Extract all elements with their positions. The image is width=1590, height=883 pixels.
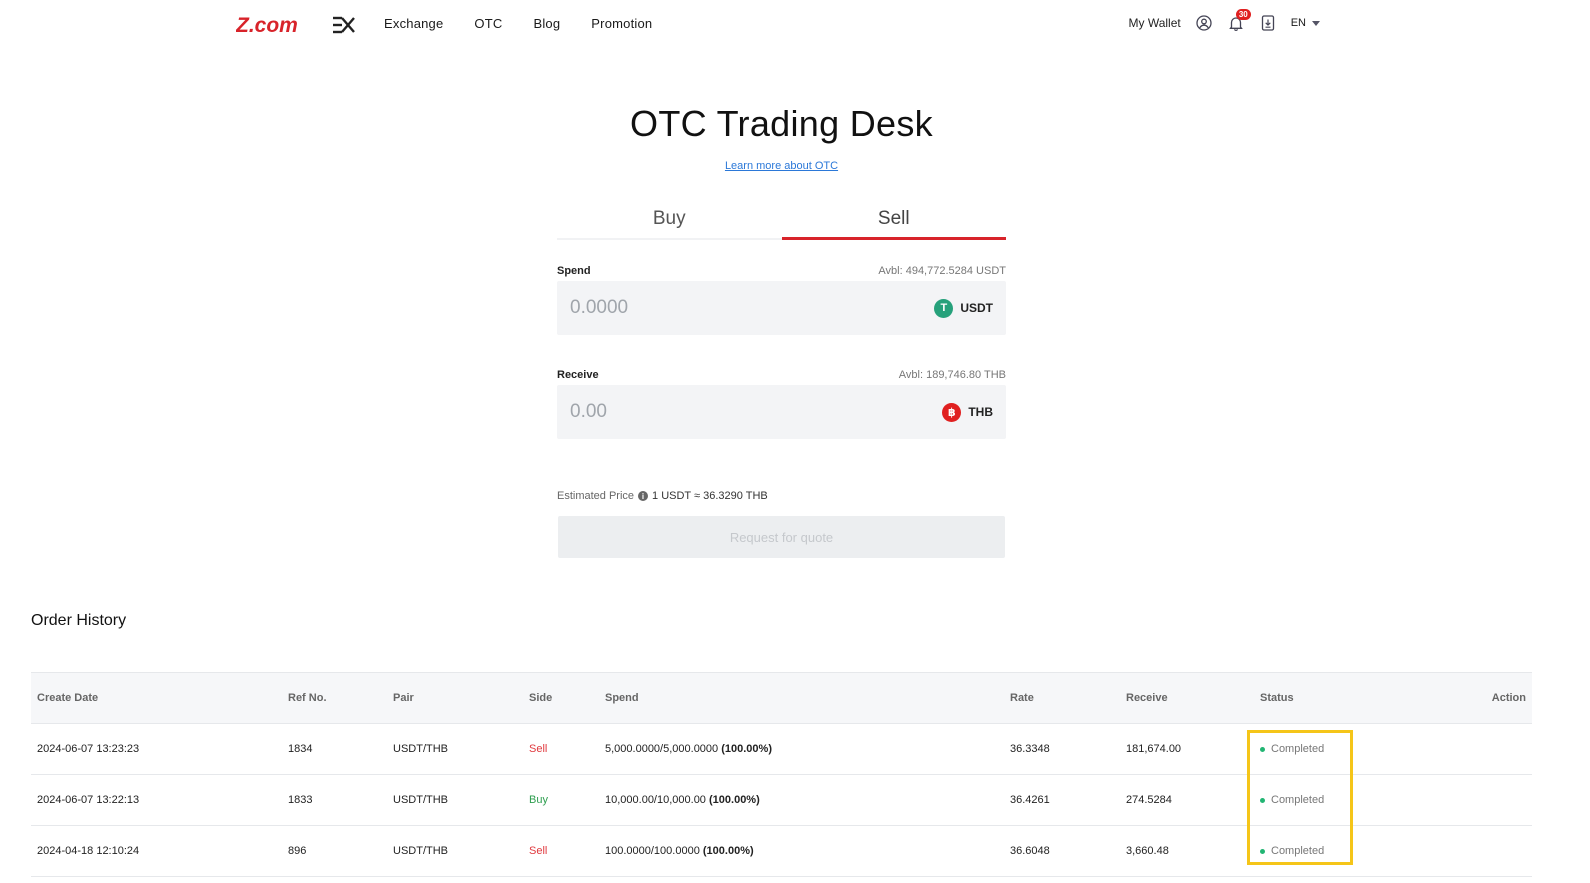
- usdt-icon: T: [934, 298, 954, 318]
- col-action: Action: [1491, 692, 1526, 704]
- col-side: Side: [529, 692, 553, 704]
- cell-date: 2024-06-07 13:22:13: [37, 794, 140, 806]
- tab-buy[interactable]: Buy: [557, 200, 782, 238]
- top-header: Z.com Exchange OTC Blog Promotion My Wal…: [0, 0, 1590, 50]
- nav-blog[interactable]: Blog: [533, 16, 560, 31]
- language-label: EN: [1290, 17, 1306, 29]
- main-nav: Exchange OTC Blog Promotion: [384, 16, 652, 31]
- download-icon[interactable]: [1259, 14, 1277, 32]
- receive-label-row: Receive Avbl: 189,746.80 THB: [557, 369, 1006, 381]
- status-dot-icon: [1260, 848, 1265, 854]
- cell-ref: 1834: [288, 743, 313, 755]
- status-badge: Completed: [1260, 845, 1432, 857]
- notification-badge: 30: [1235, 9, 1251, 20]
- cell-pair: USDT/THB: [393, 743, 448, 755]
- spend-percent: (100.00%): [709, 794, 760, 806]
- cell-date: 2024-06-07 13:23:23: [37, 743, 140, 755]
- cell-rate: 36.3348: [1010, 743, 1050, 755]
- col-receive: Receive: [1126, 692, 1168, 704]
- cell-spend: 5,000.0000/5,000.0000 (100.00%): [599, 743, 1004, 755]
- cell-status: Completed: [1254, 794, 1432, 806]
- logo-graphic: Z.com: [236, 14, 355, 37]
- col-ref-no: Ref No.: [288, 692, 327, 704]
- col-pair: Pair: [393, 692, 414, 704]
- zcomex-logo[interactable]: Z.com: [236, 12, 356, 38]
- receive-currency: ฿ THB: [942, 402, 993, 422]
- cell-side: Sell: [529, 743, 548, 755]
- status-badge: Completed: [1260, 743, 1432, 755]
- estimated-price: Estimated Price i 1 USDT ≈ 36.3290 THB: [557, 490, 768, 502]
- chevron-down-icon: [1312, 20, 1320, 26]
- spend-currency: T USDT: [934, 298, 993, 318]
- learn-more-link[interactable]: Learn more about OTC: [725, 160, 838, 172]
- receive-label: Receive: [557, 369, 599, 381]
- nav-otc[interactable]: OTC: [474, 16, 502, 31]
- receive-field: ฿ THB: [557, 385, 1006, 439]
- cell-receive: 274.5284: [1126, 794, 1172, 806]
- language-selector[interactable]: EN: [1291, 17, 1320, 29]
- order-history-title: Order History: [31, 612, 127, 629]
- bell-icon[interactable]: 30: [1227, 9, 1251, 32]
- cell-side: Buy: [529, 794, 548, 806]
- col-status: Status: [1260, 692, 1294, 704]
- cell-rate: 36.6048: [1010, 845, 1050, 857]
- my-wallet-link[interactable]: My Wallet: [1128, 16, 1180, 30]
- receive-available: Avbl: 189,746.80 THB: [898, 369, 1006, 381]
- receive-input[interactable]: [570, 401, 870, 423]
- cell-pair: USDT/THB: [393, 794, 448, 806]
- cell-pair: USDT/THB: [393, 845, 448, 857]
- cell-side: Sell: [529, 845, 548, 857]
- spend-field: T USDT: [557, 281, 1006, 335]
- table-header: Create Date Ref No. Pair Side Spend Rate…: [31, 673, 1532, 724]
- status-dot-icon: [1260, 746, 1265, 752]
- spend-input[interactable]: [570, 297, 870, 319]
- tab-sell[interactable]: Sell: [781, 200, 1006, 240]
- order-history-table: Create Date Ref No. Pair Side Spend Rate…: [31, 672, 1532, 877]
- spend-amount: 100.0000/100.0000: [605, 845, 700, 857]
- cell-receive: 3,660.48: [1126, 845, 1169, 857]
- spend-percent: (100.00%): [721, 743, 772, 755]
- spend-label: Spend: [557, 265, 591, 277]
- buy-sell-tabs: Buy Sell: [557, 200, 1006, 240]
- request-quote-button[interactable]: Request for quote: [558, 516, 1005, 558]
- status-badge: Completed: [1260, 794, 1432, 806]
- cell-spend: 10,000.00/10,000.00 (100.00%): [599, 794, 1004, 806]
- status-text: Completed: [1271, 794, 1325, 806]
- status-text: Completed: [1271, 845, 1325, 857]
- page-title: OTC Trading Desk: [630, 103, 933, 144]
- svg-text:Z.com: Z.com: [236, 14, 298, 37]
- spend-amount: 10,000.00/10,000.00: [605, 794, 706, 806]
- col-rate: Rate: [1010, 692, 1034, 704]
- estimated-price-value: 1 USDT ≈ 36.3290 THB: [652, 490, 768, 502]
- status-text: Completed: [1271, 743, 1325, 755]
- table-row: 2024-06-07 13:22:13 1833 USDT/THB Buy 10…: [31, 775, 1532, 826]
- cell-status: Completed: [1254, 743, 1432, 755]
- cell-date: 2024-04-18 12:10:24: [37, 845, 140, 857]
- cell-receive: 181,674.00: [1126, 743, 1182, 755]
- info-icon[interactable]: i: [638, 491, 649, 501]
- cell-spend: 100.0000/100.0000 (100.00%): [599, 845, 1004, 857]
- table-row: 2024-06-07 13:23:23 1834 USDT/THB Sell 5…: [31, 724, 1532, 775]
- header-actions: My Wallet 30 EN: [1128, 9, 1320, 32]
- cell-rate: 36.4261: [1010, 794, 1050, 806]
- status-dot-icon: [1260, 797, 1265, 803]
- thb-icon: ฿: [942, 402, 962, 422]
- learn-more-container: Learn more about OTC: [0, 160, 1563, 172]
- nav-promotion[interactable]: Promotion: [591, 16, 652, 31]
- user-icon[interactable]: [1195, 14, 1213, 32]
- estimated-price-label: Estimated Price: [557, 490, 635, 502]
- col-spend: Spend: [605, 692, 639, 704]
- receive-currency-label: THB: [968, 405, 993, 419]
- table-row: 2024-04-18 12:10:24 896 USDT/THB Sell 10…: [31, 826, 1532, 877]
- spend-label-row: Spend Avbl: 494,772.5284 USDT: [557, 265, 1006, 277]
- spend-available: Avbl: 494,772.5284 USDT: [878, 265, 1006, 277]
- col-create-date: Create Date: [37, 692, 99, 704]
- spend-currency-label: USDT: [960, 301, 993, 315]
- cell-status: Completed: [1254, 845, 1432, 857]
- spend-percent: (100.00%): [702, 845, 754, 857]
- cell-ref: 896: [288, 845, 307, 857]
- spend-amount: 5,000.0000/5,000.0000: [605, 743, 719, 755]
- cell-ref: 1833: [288, 794, 313, 806]
- nav-exchange[interactable]: Exchange: [384, 16, 443, 31]
